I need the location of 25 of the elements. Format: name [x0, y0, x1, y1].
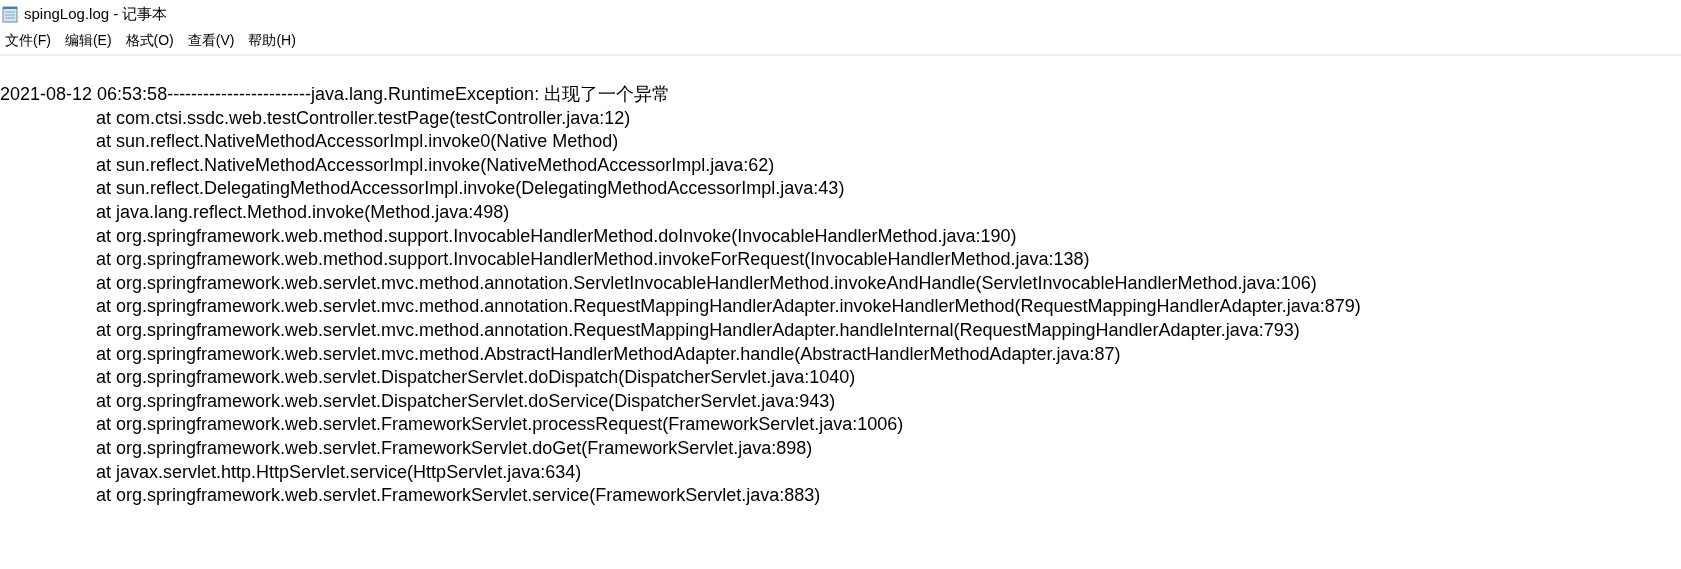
menu-item[interactable]: 帮助(H) — [248, 32, 296, 50]
log-line: at sun.reflect.NativeMethodAccessorImpl.invoke0(Native Method) — [95, 130, 620, 154]
notepad-icon — [2, 5, 18, 23]
log-line: at org.springframework.web.servlet.FrameworkServlet.processRequest(FrameworkServlet.java:1006) — [95, 413, 905, 437]
menu-item[interactable]: 查看(V) — [187, 32, 235, 50]
menu-item[interactable]: 文件(F) — [5, 32, 51, 50]
log-line: at org.springframework.web.method.support.InvocableHandlerMethod.doInvoke(InvocableHandlerMethod.java:190) — [95, 224, 1018, 248]
log-line: at org.springframework.web.method.support.InvocableHandlerMethod.invokeForRequest(InvocableHandlerMethod.java:138) — [95, 248, 1091, 272]
log-line: 2021-08-12 06:53:58------------------------java.lang.RuntimeException: 出现了一个异常 — [0, 83, 672, 106]
menu-item[interactable]: 格式(O) — [125, 32, 174, 50]
log-line: at org.springframework.web.servlet.FrameworkServlet.service(FrameworkServlet.java:883) — [95, 484, 822, 508]
log-line: at org.springframework.web.servlet.mvc.method.annotation.RequestMappingHandlerAdapter.invokeHandlerMethod(RequestMappingHandlerAdapter.java:879) — [95, 295, 1362, 319]
log-line: at org.springframework.web.servlet.mvc.method.AbstractHandlerMethodAdapter.handle(AbstractHandlerMethodAdapter.java:87) — [95, 342, 1122, 366]
log-line: at org.springframework.web.servlet.mvc.method.annotation.ServletInvocableHandlerMethod.invokeAndHandle(ServletInvocableHandlerMethod.java:106) — [95, 271, 1318, 295]
log-line: at sun.reflect.DelegatingMethodAccessorImpl.invoke(DelegatingMethodAccessorImpl.java:43) — [95, 177, 846, 201]
log-line: at org.springframework.web.servlet.FrameworkServlet.doGet(FrameworkServlet.java:898) — [95, 436, 814, 460]
log-line: at javax.servlet.http.HttpServlet.service(HttpServlet.java:634) — [95, 460, 583, 484]
log-line: at org.springframework.web.servlet.DispatcherServlet.doDispatch(DispatcherServlet.java:1040) — [95, 366, 857, 390]
log-line: at com.ctsi.ssdc.web.testController.testPage(testController.java:12) — [95, 106, 632, 130]
menu-item[interactable]: 编辑(E) — [64, 32, 112, 50]
log-line: at java.lang.reflect.Method.invoke(Method.java:498) — [95, 200, 511, 224]
log-line: at org.springframework.web.servlet.mvc.method.annotation.RequestMappingHandlerAdapter.handleInternal(RequestMappingHandlerAdapter.java:793) — [95, 318, 1301, 342]
window-title: spingLog.log - 记事本 — [24, 4, 168, 24]
log-line: at org.springframework.web.servlet.DispatcherServlet.doService(DispatcherServlet.java:943) — [95, 389, 837, 413]
log-line: at sun.reflect.NativeMethodAccessorImpl.invoke(NativeMethodAccessorImpl.java:62) — [95, 153, 776, 177]
